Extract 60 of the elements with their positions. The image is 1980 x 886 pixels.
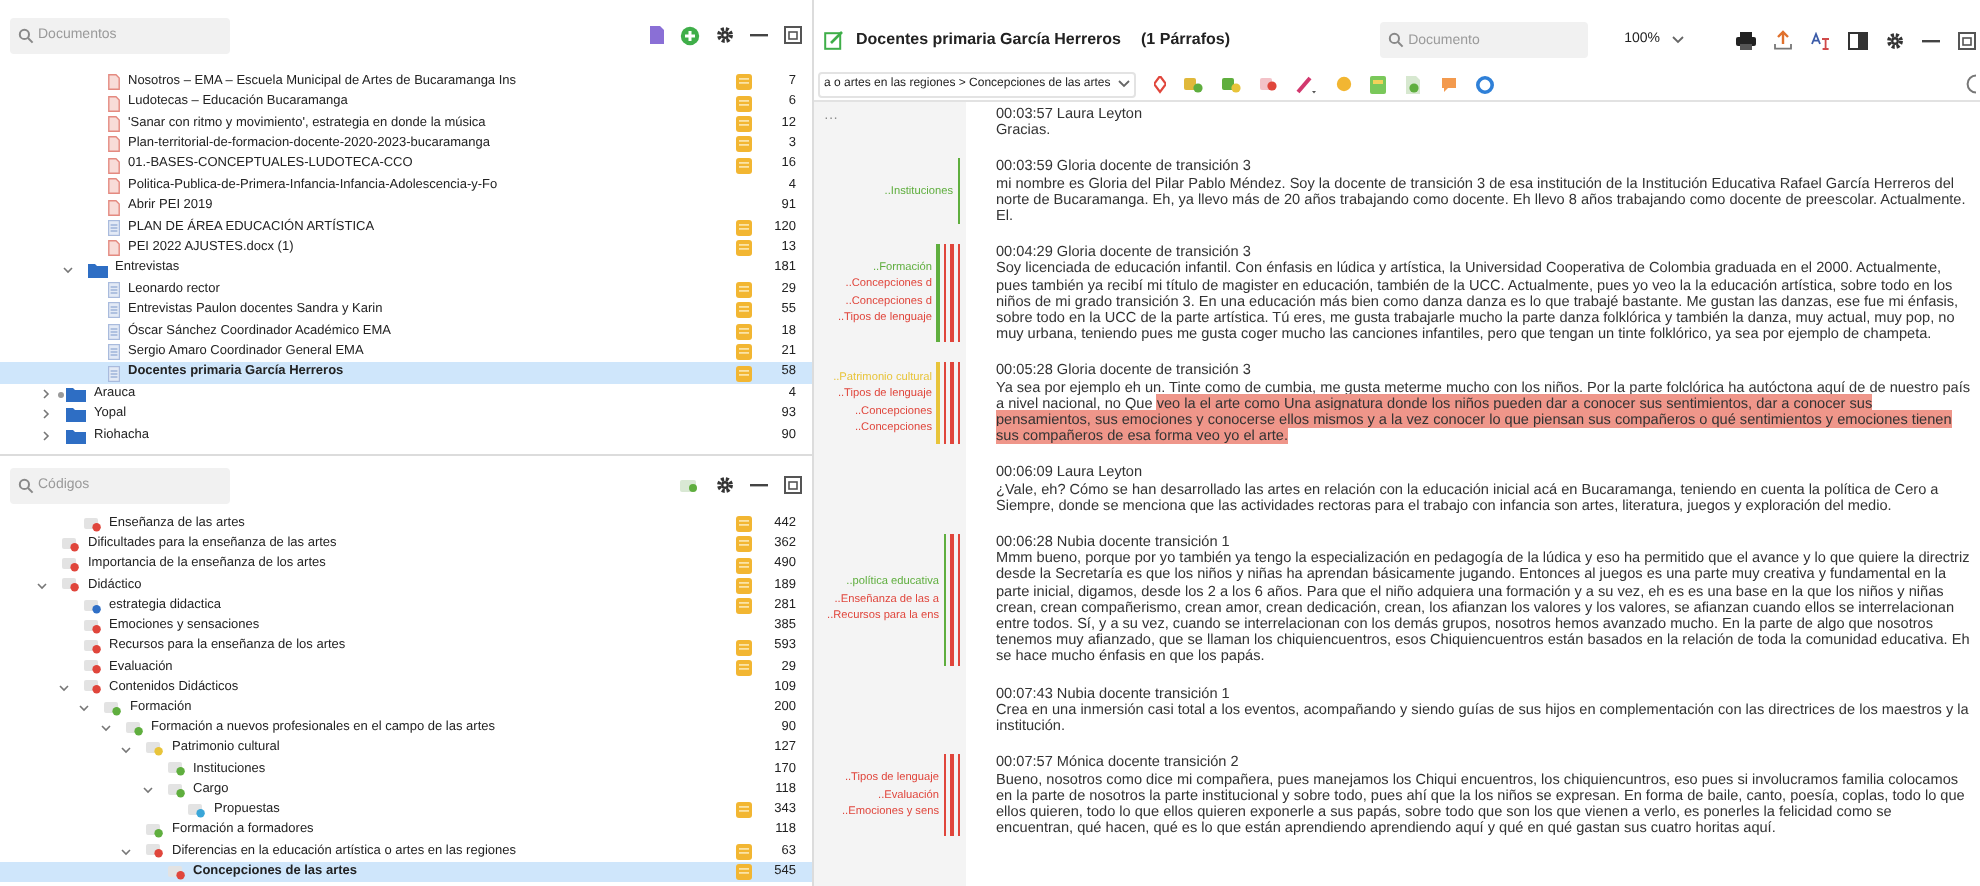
text-document-icon	[108, 365, 120, 382]
translate-icon[interactable]	[1810, 31, 1830, 49]
chevron-icon[interactable]	[120, 743, 132, 756]
text-document-icon	[108, 323, 120, 340]
document-link-icon[interactable]	[1404, 75, 1423, 93]
split-view-icon[interactable]	[1848, 31, 1868, 49]
ring-icon[interactable]	[1476, 75, 1495, 93]
coding-stripe[interactable]	[957, 244, 960, 343]
text-document-icon	[108, 344, 120, 361]
coding-stripe[interactable]	[943, 754, 946, 837]
coding-stripe[interactable]	[943, 244, 946, 343]
text-document-icon	[108, 282, 120, 299]
chevron-icon[interactable]	[78, 702, 90, 715]
text-document-icon	[108, 302, 120, 319]
chevron-icon[interactable]	[36, 579, 48, 592]
paragraph-count: (1 Párrafos)	[1141, 28, 1230, 52]
search-icon	[1388, 32, 1405, 48]
document-title: Docentes primaria García Herreros	[856, 28, 1122, 52]
text-document-icon	[108, 219, 120, 236]
comment-icon[interactable]	[1440, 75, 1459, 93]
settings-icon[interactable]	[716, 26, 734, 45]
panel-icon[interactable]	[784, 476, 802, 494]
search-icon	[18, 27, 34, 44]
edit-icon[interactable]	[824, 30, 844, 50]
diamond-icon[interactable]	[1154, 75, 1167, 93]
chevron-icon[interactable]	[40, 429, 52, 442]
minimize-icon[interactable]	[750, 32, 768, 39]
chevron-icon[interactable]	[57, 681, 69, 694]
settings-icon[interactable]	[1886, 31, 1904, 49]
minimize-icon[interactable]	[750, 482, 768, 488]
code-tag-icon[interactable]	[1184, 75, 1205, 93]
chevron-icon[interactable]	[99, 722, 111, 735]
printer-icon[interactable]	[1736, 31, 1756, 49]
pdf-document-icon	[108, 240, 120, 257]
add-icon[interactable]	[680, 25, 700, 46]
panel-icon[interactable]	[784, 26, 802, 45]
folder-icon	[87, 261, 107, 278]
search-icon	[18, 477, 34, 493]
coding-stripe[interactable]	[957, 362, 960, 445]
new-document-icon[interactable]	[650, 26, 664, 45]
coding-stripe[interactable]	[957, 158, 960, 225]
pen-icon[interactable]	[1296, 74, 1319, 94]
code-tag-icon[interactable]	[1222, 75, 1243, 93]
new-code-icon[interactable]	[680, 477, 700, 493]
chevron-icon[interactable]	[40, 388, 52, 401]
settings-icon[interactable]	[716, 476, 734, 494]
chevron-icon[interactable]	[61, 263, 73, 276]
coding-stripe[interactable]	[943, 534, 946, 666]
minimize-icon[interactable]	[1922, 37, 1940, 43]
chevron-icon[interactable]	[40, 408, 52, 421]
coding-stripe[interactable]	[957, 534, 960, 666]
coding-stripe[interactable]	[943, 362, 946, 445]
caret-icon	[1672, 36, 1684, 44]
chevron-icon[interactable]	[120, 845, 132, 858]
upload-icon[interactable]	[1774, 30, 1792, 50]
color-code-icon[interactable]	[1260, 76, 1279, 92]
coding-stripe[interactable]	[957, 754, 960, 837]
chevron-icon[interactable]	[141, 784, 153, 797]
panel-icon[interactable]	[1958, 31, 1976, 49]
caret-icon	[1118, 80, 1131, 88]
